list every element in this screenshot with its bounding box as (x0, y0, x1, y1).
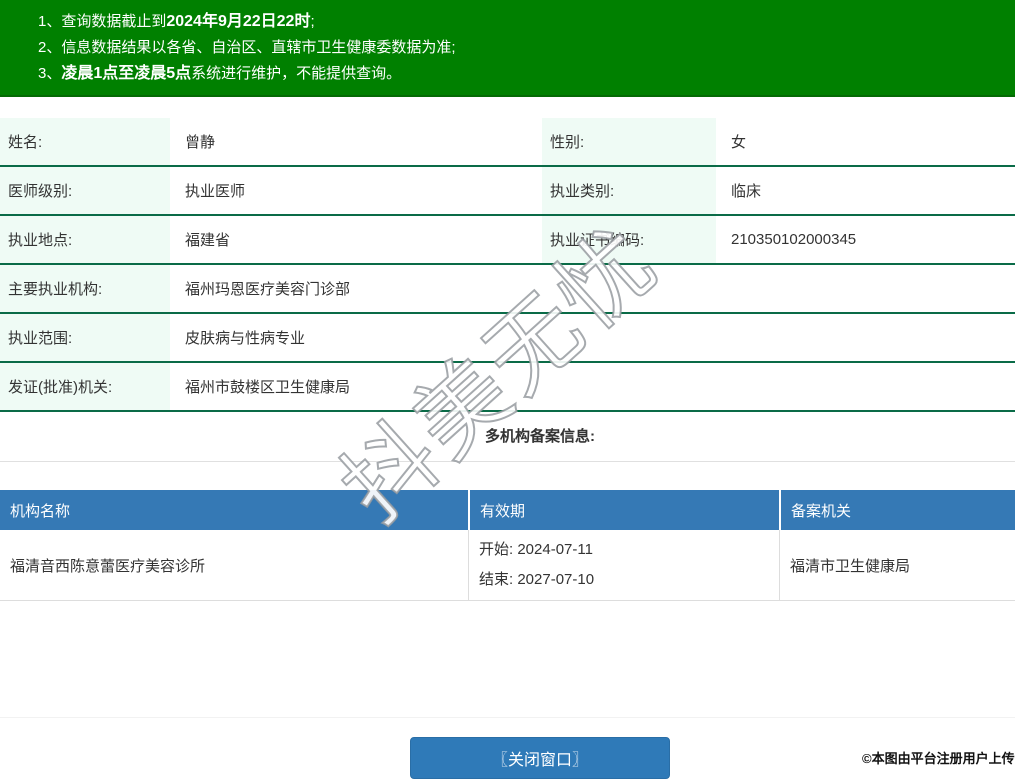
doctor-level-label: 医师级别: (0, 167, 170, 214)
main-institution-value: 福州玛恩医疗美容门诊部 (170, 265, 1015, 312)
issuing-authority-label: 发证(批准)机关: (0, 363, 170, 410)
upload-attribution-note: ©本图由平台注册用户上传 (862, 748, 1015, 767)
table-row-location-certificate: 执业地点: 福建省 执业证书编码: 210350102000345 (0, 216, 1015, 265)
valid-period-cell: 开始: 2024-07-11 结束: 2027-07-10 (468, 530, 779, 600)
table-row-name-gender: 姓名: 曾静 性别: 女 (0, 118, 1015, 167)
name-label: 姓名: (0, 118, 170, 165)
notice-text: ; (310, 13, 314, 30)
multi-org-section-title: 多机构备案信息: (0, 412, 1015, 462)
practice-scope-label: 执业范围: (0, 314, 170, 361)
table-row-practice-scope: 执业范围: 皮肤病与性病专业 (0, 314, 1015, 363)
issuing-authority-value: 福州市鼓楼区卫生健康局 (170, 363, 1015, 410)
valid-period-start: 开始: 2024-07-11 (479, 535, 779, 565)
gender-label: 性别: (542, 118, 716, 165)
notice-line-1: 1、查询数据截止到2024年9月22日22时; (38, 9, 1015, 35)
certificate-number-value: 210350102000345 (716, 216, 1015, 263)
table-row-main-institution: 主要执业机构: 福州玛恩医疗美容门诊部 (0, 265, 1015, 314)
notice-banner: 1、查询数据截止到2024年9月22日22时; 2、信息数据结果以各省、自治区、… (0, 0, 1015, 97)
practice-location-value: 福建省 (170, 216, 542, 263)
certificate-number-label: 执业证书编码: (542, 216, 716, 263)
notice-line-2: 2、信息数据结果以各省、自治区、直辖市卫生健康委数据为准; (38, 35, 1015, 61)
notice-number: 2、 (38, 39, 61, 56)
valid-period-column-header: 有效期 (468, 490, 779, 530)
close-window-button[interactable]: 〖关闭窗口〗 (410, 737, 670, 779)
multi-org-table-header: 机构名称 有效期 备案机关 (0, 490, 1015, 530)
notice-text: 系统进行维护，不能提供查询。 (191, 65, 401, 82)
notice-text: 信息数据结果以各省、自治区、直辖市卫生健康委数据为准; (61, 39, 455, 56)
practice-location-label: 执业地点: (0, 216, 170, 263)
notice-number: 1、 (38, 13, 61, 30)
divider (0, 717, 1015, 718)
valid-period-end: 结束: 2027-07-10 (479, 565, 779, 595)
record-authority-column-header: 备案机关 (779, 490, 1015, 530)
practitioner-info-table: 姓名: 曾静 性别: 女 医师级别: 执业医师 执业类别: 临床 执业地点: 福… (0, 118, 1015, 412)
table-row-level-category: 医师级别: 执业医师 执业类别: 临床 (0, 167, 1015, 216)
table-row-org-record: 福清音西陈意蕾医疗美容诊所 开始: 2024-07-11 结束: 2027-07… (0, 530, 1015, 601)
notice-line-3: 3、凌晨1点至凌晨5点系统进行维护，不能提供查询。 (38, 61, 1015, 87)
notice-bold-text: 凌晨1点至凌晨5点 (61, 65, 191, 82)
practice-category-value: 临床 (716, 167, 1015, 214)
content-container: 1、查询数据截止到2024年9月22日22时; 2、信息数据结果以各省、自治区、… (0, 0, 1015, 601)
notice-number: 3、 (38, 65, 61, 82)
gender-value: 女 (716, 118, 1015, 165)
multi-org-table: 机构名称 有效期 备案机关 福清音西陈意蕾医疗美容诊所 开始: 2024-07-… (0, 490, 1015, 601)
org-name-column-header: 机构名称 (0, 490, 468, 530)
record-authority-value: 福清市卫生健康局 (779, 530, 1015, 600)
doctor-level-value: 执业医师 (170, 167, 542, 214)
notice-bold-text: 2024年9月22日22时 (166, 13, 310, 30)
practice-scope-value: 皮肤病与性病专业 (170, 314, 1015, 361)
practice-category-label: 执业类别: (542, 167, 716, 214)
org-name-value: 福清音西陈意蕾医疗美容诊所 (0, 530, 468, 600)
notice-text: 查询数据截止到 (61, 13, 166, 30)
main-institution-label: 主要执业机构: (0, 265, 170, 312)
name-value: 曾静 (170, 118, 542, 165)
table-row-issuing-authority: 发证(批准)机关: 福州市鼓楼区卫生健康局 (0, 363, 1015, 412)
